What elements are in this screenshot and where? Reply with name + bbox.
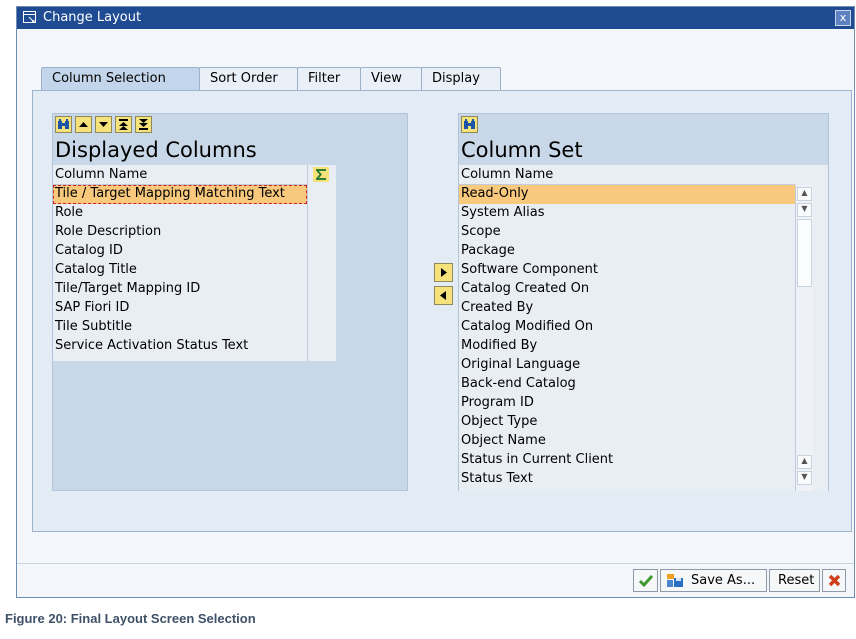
column-set-row[interactable]: Created By bbox=[459, 299, 795, 318]
column-set-find-button[interactable] bbox=[461, 116, 478, 133]
column-set-row[interactable]: Catalog Modified On bbox=[459, 318, 795, 337]
column-set-box: Column Set Column Name Read-Only System … bbox=[458, 113, 829, 491]
save-as-label: Save As... bbox=[691, 573, 756, 588]
reset-label: Reset bbox=[778, 573, 815, 588]
arrow-right-icon bbox=[441, 268, 447, 277]
column-set-row[interactable]: Object Type bbox=[459, 413, 795, 432]
column-set-grid: Column Name Read-Only System Alias Scope… bbox=[459, 165, 828, 491]
column-selection-panel: Displayed Columns Column Name Tile / Tar… bbox=[32, 90, 852, 532]
move-up-icon bbox=[79, 122, 88, 127]
move-to-bottom-button[interactable] bbox=[135, 116, 152, 133]
displayed-column-row[interactable]: Tile / Target Mapping Matching Text bbox=[53, 185, 307, 204]
column-set-row[interactable]: Package bbox=[459, 242, 795, 261]
scroll-down-button[interactable]: ▼ bbox=[797, 471, 812, 485]
displayed-column-row[interactable]: Role Description bbox=[53, 223, 307, 242]
tab-sort-order[interactable]: Sort Order bbox=[199, 67, 298, 91]
find-button[interactable] bbox=[55, 116, 72, 133]
move-up-button[interactable] bbox=[75, 116, 92, 133]
column-set-row[interactable]: Modified By bbox=[459, 337, 795, 356]
displayed-columns-title: Displayed Columns bbox=[55, 138, 257, 162]
move-to-top-button[interactable] bbox=[115, 116, 132, 133]
column-set-row[interactable]: Status Text bbox=[459, 470, 795, 489]
scroll-thumb[interactable] bbox=[797, 219, 812, 287]
cancel-button[interactable] bbox=[822, 569, 846, 592]
sigma-icon[interactable] bbox=[313, 167, 329, 182]
move-to-bottom-icon bbox=[139, 119, 148, 130]
column-set-row[interactable]: Original Language bbox=[459, 356, 795, 375]
column-set-row[interactable]: Status in Current Client bbox=[459, 451, 795, 470]
move-down-button[interactable] bbox=[95, 116, 112, 133]
find-icon bbox=[464, 119, 475, 129]
displayed-column-row[interactable]: Catalog Title bbox=[53, 261, 307, 280]
column-set-row[interactable]: Software Component bbox=[459, 261, 795, 280]
checkmark-icon bbox=[638, 575, 654, 588]
displayed-columns-grid: Column Name Tile / Target Mapping Matchi… bbox=[53, 165, 336, 361]
close-button[interactable]: x bbox=[835, 10, 851, 26]
footer-divider bbox=[17, 563, 854, 564]
column-set-scrollbar[interactable]: ▲ ▼ ▲ ▼ bbox=[795, 185, 813, 491]
figure-caption: Figure 20: Final Layout Screen Selection bbox=[5, 611, 256, 626]
tab-view[interactable]: View bbox=[360, 67, 422, 91]
column-set-row[interactable]: Object Name bbox=[459, 432, 795, 451]
column-set-row[interactable]: Back-end Catalog bbox=[459, 375, 795, 394]
save-layout-icon bbox=[667, 574, 683, 587]
displayed-column-row[interactable]: Role bbox=[53, 204, 307, 223]
scroll-page-down-button[interactable]: ▲ bbox=[797, 455, 812, 469]
arrow-left-icon bbox=[440, 291, 446, 300]
column-set-header: Column Name bbox=[459, 165, 795, 185]
column-set-row[interactable]: Read-Only bbox=[459, 185, 795, 204]
cancel-x-icon bbox=[828, 574, 841, 587]
layout-icon bbox=[23, 11, 36, 23]
find-icon bbox=[58, 119, 69, 129]
displayed-column-row[interactable]: Service Activation Status Text bbox=[53, 337, 307, 356]
add-column-button[interactable] bbox=[434, 263, 453, 282]
save-as-button[interactable]: Save As... bbox=[660, 569, 767, 592]
column-set-title: Column Set bbox=[461, 138, 583, 162]
move-down-icon bbox=[99, 122, 108, 127]
reset-button[interactable]: Reset bbox=[769, 569, 820, 592]
confirm-button[interactable] bbox=[633, 569, 658, 592]
remove-column-button[interactable] bbox=[434, 286, 453, 305]
sum-column bbox=[307, 165, 335, 361]
tab-column-selection[interactable]: Column Selection bbox=[41, 67, 200, 91]
scroll-page-up-button[interactable]: ▼ bbox=[797, 203, 812, 217]
displayed-column-header: Column Name bbox=[53, 165, 307, 185]
tab-display[interactable]: Display bbox=[421, 67, 501, 91]
column-set-row[interactable]: Program ID bbox=[459, 394, 795, 413]
scroll-up-button[interactable]: ▲ bbox=[797, 187, 812, 201]
column-set-row[interactable]: Catalog Created On bbox=[459, 280, 795, 299]
change-layout-dialog: Change Layout x Column Selection Sort Or… bbox=[16, 6, 855, 598]
window-title: Change Layout bbox=[43, 10, 142, 25]
displayed-column-row[interactable]: Tile Subtitle bbox=[53, 318, 307, 337]
displayed-column-row[interactable]: Tile/Target Mapping ID bbox=[53, 280, 307, 299]
title-bar: Change Layout x bbox=[17, 7, 854, 29]
displayed-column-row[interactable]: Catalog ID bbox=[53, 242, 307, 261]
column-set-row[interactable]: System Alias bbox=[459, 204, 795, 223]
move-to-top-icon bbox=[119, 119, 128, 130]
column-set-row[interactable]: Scope bbox=[459, 223, 795, 242]
displayed-columns-box: Displayed Columns Column Name Tile / Tar… bbox=[52, 113, 408, 491]
displayed-column-row[interactable]: SAP Fiori ID bbox=[53, 299, 307, 318]
close-icon: x bbox=[839, 11, 847, 24]
tab-filter[interactable]: Filter bbox=[297, 67, 361, 91]
